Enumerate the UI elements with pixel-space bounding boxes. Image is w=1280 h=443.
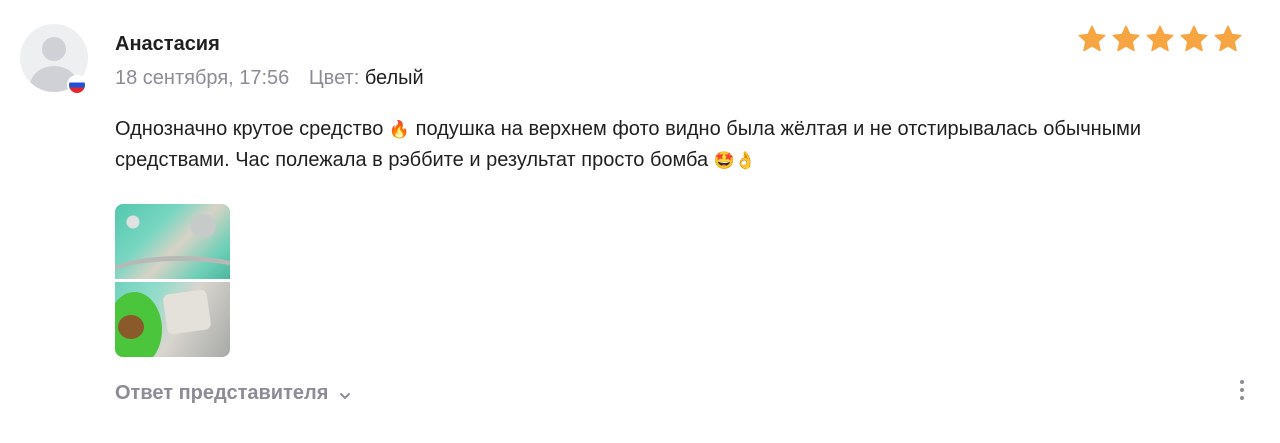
dot [1240, 396, 1244, 400]
photo-detail [115, 256, 230, 279]
review-photo-2[interactable] [115, 282, 230, 357]
photo-detail [162, 289, 212, 335]
color-value: белый [364, 67, 424, 89]
avatar-head [42, 37, 66, 61]
representative-reply-toggle[interactable]: Ответ представителя [115, 382, 352, 405]
starstruck-ok-emoji-icon: 🤩👌 [713, 151, 757, 171]
review-photo-1[interactable] [115, 204, 230, 279]
fire-emoji-icon: 🔥 [388, 120, 411, 140]
dot [1240, 380, 1244, 384]
dot [1240, 388, 1244, 392]
review-date: 18 сентября, 17:56 [115, 67, 290, 89]
review-text: Однозначно крутое средство 🔥 подушка на … [115, 114, 1175, 176]
chevron-down-icon [340, 392, 351, 399]
russia-flag-icon [67, 75, 87, 95]
reply-label: Ответ представителя [115, 382, 329, 404]
star-icon [1078, 25, 1106, 52]
photo-detail [118, 315, 144, 339]
review-photo-gallery[interactable] [115, 204, 230, 357]
star-icon [1146, 25, 1174, 52]
star-icon [1180, 25, 1208, 52]
more-vertical-icon[interactable] [1232, 375, 1252, 405]
rating-stars [1077, 24, 1243, 54]
star-icon [1112, 25, 1140, 52]
review-meta: 18 сентября, 17:56 Цвет: белый [115, 67, 424, 90]
reviewer-name: Анастасия [115, 33, 220, 55]
color-label: Цвет: [308, 67, 360, 89]
star-icon [1214, 25, 1242, 52]
review-text-part1: Однозначно крутое средство [115, 118, 389, 140]
